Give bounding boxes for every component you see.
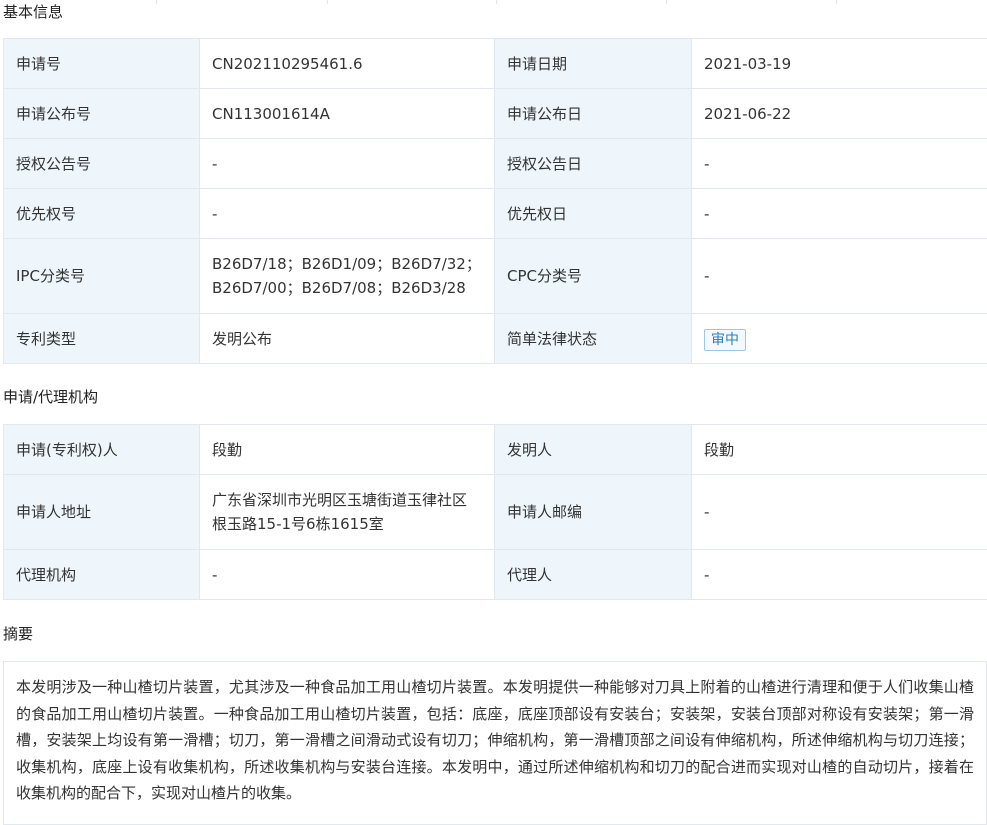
label-applicant-address: 申请人地址	[4, 475, 200, 550]
table-row: 优先权号 - 优先权日 -	[4, 189, 987, 239]
value-ipc: B26D7/18；B26D1/09；B26D7/32； B26D7/00；B26…	[200, 239, 495, 314]
value-priority-number: -	[200, 189, 495, 239]
value-applicant: 段勤	[200, 425, 495, 475]
label-applicant-postcode: 申请人邮编	[495, 475, 692, 550]
table-row: 专利类型 发明公布 简单法律状态 审中	[4, 314, 987, 364]
label-grant-date: 授权公告日	[495, 139, 692, 189]
table-row: IPC分类号 B26D7/18；B26D1/09；B26D7/32； B26D7…	[4, 239, 987, 314]
value-application-number: CN202110295461.6	[200, 39, 495, 89]
value-address-line2: 根玉路15-1号6栋1615室	[212, 512, 482, 536]
value-grant-date: -	[692, 139, 987, 189]
value-address-line1: 广东省深圳市光明区玉塘街道玉律社区	[212, 488, 482, 512]
table-row: 代理机构 - 代理人 -	[4, 550, 987, 600]
section-title-abstract: 摘要	[3, 623, 33, 645]
value-cpc: -	[692, 239, 987, 314]
basic-info-table: 申请号 CN202110295461.6 申请日期 2021-03-19 申请公…	[3, 38, 987, 364]
label-application-date: 申请日期	[495, 39, 692, 89]
value-priority-date: -	[692, 189, 987, 239]
table-row: 申请人地址 广东省深圳市光明区玉塘街道玉律社区 根玉路15-1号6栋1615室 …	[4, 475, 987, 550]
value-applicant-postcode: -	[692, 475, 987, 550]
label-legal-status: 简单法律状态	[495, 314, 692, 364]
value-publication-number: CN113001614A	[200, 89, 495, 139]
table-row: 授权公告号 - 授权公告日 -	[4, 139, 987, 189]
value-ipc-line2: B26D7/00；B26D7/08；B26D3/28	[212, 276, 482, 300]
value-patent-type: 发明公布	[200, 314, 495, 364]
top-edge-stub	[0, 0, 987, 4]
value-inventor: 段勤	[692, 425, 987, 475]
label-publication-date: 申请公布日	[495, 89, 692, 139]
value-application-date: 2021-03-19	[692, 39, 987, 89]
label-inventor: 发明人	[495, 425, 692, 475]
value-agency: -	[200, 550, 495, 600]
table-row: 申请号 CN202110295461.6 申请日期 2021-03-19	[4, 39, 987, 89]
label-grant-number: 授权公告号	[4, 139, 200, 189]
label-cpc: CPC分类号	[495, 239, 692, 314]
value-agent: -	[692, 550, 987, 600]
label-ipc: IPC分类号	[4, 239, 200, 314]
label-publication-number: 申请公布号	[4, 89, 200, 139]
value-grant-number: -	[200, 139, 495, 189]
label-agent: 代理人	[495, 550, 692, 600]
label-priority-date: 优先权日	[495, 189, 692, 239]
value-applicant-address: 广东省深圳市光明区玉塘街道玉律社区 根玉路15-1号6栋1615室	[200, 475, 495, 550]
abstract-text: 本发明涉及一种山楂切片装置，尤其涉及一种食品加工用山楂切片装置。本发明提供一种能…	[3, 661, 987, 825]
label-applicant: 申请(专利权)人	[4, 425, 200, 475]
label-agency: 代理机构	[4, 550, 200, 600]
label-priority-number: 优先权号	[4, 189, 200, 239]
value-ipc-line1: B26D7/18；B26D1/09；B26D7/32；	[212, 252, 482, 276]
value-legal-status-cell: 审中	[692, 314, 987, 364]
table-row: 申请公布号 CN113001614A 申请公布日 2021-06-22	[4, 89, 987, 139]
legal-status-badge: 审中	[704, 329, 746, 351]
label-application-number: 申请号	[4, 39, 200, 89]
label-patent-type: 专利类型	[4, 314, 200, 364]
section-title-basic-info: 基本信息	[3, 1, 63, 23]
agency-table: 申请(专利权)人 段勤 发明人 段勤 申请人地址 广东省深圳市光明区玉塘街道玉律…	[3, 424, 987, 600]
table-row: 申请(专利权)人 段勤 发明人 段勤	[4, 425, 987, 475]
value-publication-date: 2021-06-22	[692, 89, 987, 139]
section-title-agency: 申请/代理机构	[3, 386, 98, 408]
